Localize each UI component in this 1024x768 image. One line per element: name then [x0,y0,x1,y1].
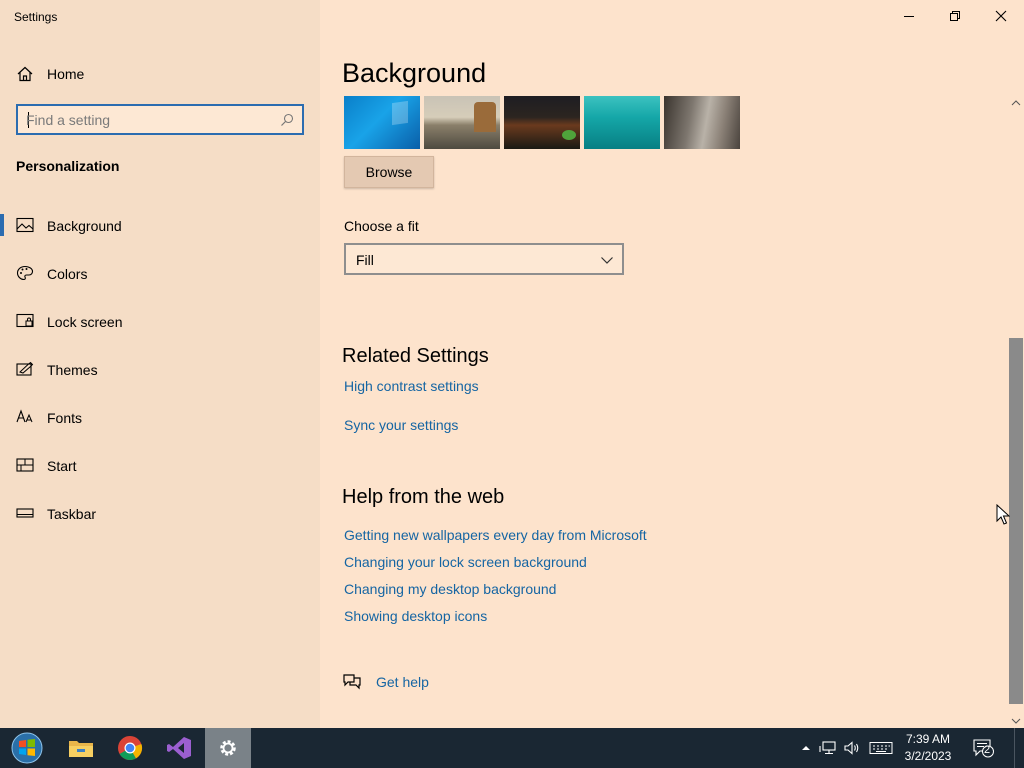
sidebar-item-label: Start [47,458,77,474]
section-title: Personalization [16,158,120,174]
sidebar-item-label: Background [47,218,122,234]
sidebar-item-label: Colors [47,266,88,282]
sidebar-item-themes[interactable]: Themes [0,349,320,389]
taskbar-icon [16,508,34,518]
settings-taskbar-button[interactable] [205,728,251,768]
keyboard-button[interactable] [869,738,893,758]
fit-dropdown-value: Fill [356,252,374,268]
visual-studio-icon [167,737,191,759]
related-settings-heading: Related Settings [342,345,489,367]
wallpaper-thumbnail[interactable] [344,96,420,149]
notification-count: 2 [984,744,991,756]
sidebar-item-label: Lock screen [47,314,123,330]
chevron-down-icon [601,257,613,264]
help-link[interactable]: Changing your lock screen background [344,554,587,570]
sidebar-item-start[interactable]: Start [0,445,320,485]
scroll-up-button[interactable] [1008,96,1024,110]
vertical-scrollbar[interactable] [1008,96,1024,728]
clock[interactable]: 7:39 AM 3/2/2023 [900,731,956,765]
chrome-button[interactable] [107,728,153,768]
network-icon [819,741,836,755]
start-icon [16,458,34,472]
high-contrast-link[interactable]: High contrast settings [344,378,479,394]
start-button[interactable] [4,728,50,768]
scroll-thumb[interactable] [1009,338,1023,704]
sidebar-item-label: Fonts [47,410,83,426]
network-button[interactable] [818,738,838,758]
chevron-up-icon [1011,100,1021,106]
image-icon [16,217,34,233]
notification-icon [973,739,994,758]
clock-time: 7:39 AM [905,732,951,746]
sidebar-item-label: Taskbar [47,506,97,522]
sidebar-item-fonts[interactable]: Fonts [0,397,320,437]
visual-studio-button[interactable] [156,728,202,768]
wallpaper-thumbnail[interactable] [664,96,740,149]
lock-screen-icon [16,313,34,328]
wallpaper-thumbnail[interactable] [584,96,660,149]
main-content: Background Browse Choose a fit Fill Rela… [320,0,1008,728]
sidebar-item-lock-screen[interactable]: Lock screen [0,301,320,341]
gear-icon [220,740,236,756]
sidebar-item-taskbar[interactable]: Taskbar [0,493,320,533]
wallpaper-thumbnail[interactable] [424,96,500,149]
get-help-icon [343,674,361,690]
help-link[interactable]: Changing my desktop background [344,581,556,597]
chrome-icon [118,736,143,761]
fonts-icon [16,409,33,423]
action-center-button[interactable]: 2 [972,738,994,758]
folder-icon [69,741,93,757]
speaker-icon [844,741,859,755]
themes-icon [16,361,34,376]
keyboard-icon [869,742,893,754]
show-desktop-button[interactable] [1014,728,1024,768]
wallpaper-thumbnail[interactable] [504,96,580,149]
search-icon[interactable] [280,113,294,127]
search-box[interactable] [16,104,304,135]
chevron-up-icon [802,746,810,750]
mouse-cursor-icon [996,504,1010,525]
get-help-link[interactable]: Get help [376,674,429,690]
app-title: Settings [14,10,58,24]
search-input[interactable] [26,111,276,129]
palette-icon [16,265,34,281]
sync-settings-link[interactable]: Sync your settings [344,417,458,433]
page-title: Background [342,58,487,88]
clock-date: 3/2/2023 [904,749,952,763]
sidebar-item-colors[interactable]: Colors [0,253,320,293]
browse-button[interactable]: Browse [344,156,434,188]
sidebar-item-home[interactable]: Home [0,58,320,90]
taskbar: 7:39 AM 3/2/2023 2 [0,728,1024,768]
sidebar-item-label: Home [47,66,85,82]
fit-dropdown[interactable]: Fill [344,243,624,275]
scroll-down-button[interactable] [1008,714,1024,728]
chevron-down-icon [1011,718,1021,724]
fit-label: Choose a fit [344,218,419,234]
file-explorer-button[interactable] [58,728,104,768]
help-link[interactable]: Getting new wallpapers every day from Mi… [344,527,647,543]
show-hidden-icons-button[interactable] [796,738,816,758]
volume-button[interactable] [842,738,862,758]
help-link[interactable]: Showing desktop icons [344,608,487,624]
get-help-row[interactable]: Get help [342,672,429,692]
wallpaper-thumbnails [344,96,740,149]
home-icon [17,66,33,82]
help-heading: Help from the web [342,486,505,508]
sidebar-item-background[interactable]: Background [0,205,320,245]
sidebar: Settings Home Personalization Background… [0,0,320,728]
windows-orb-icon [11,732,43,764]
sidebar-item-label: Themes [47,362,98,378]
